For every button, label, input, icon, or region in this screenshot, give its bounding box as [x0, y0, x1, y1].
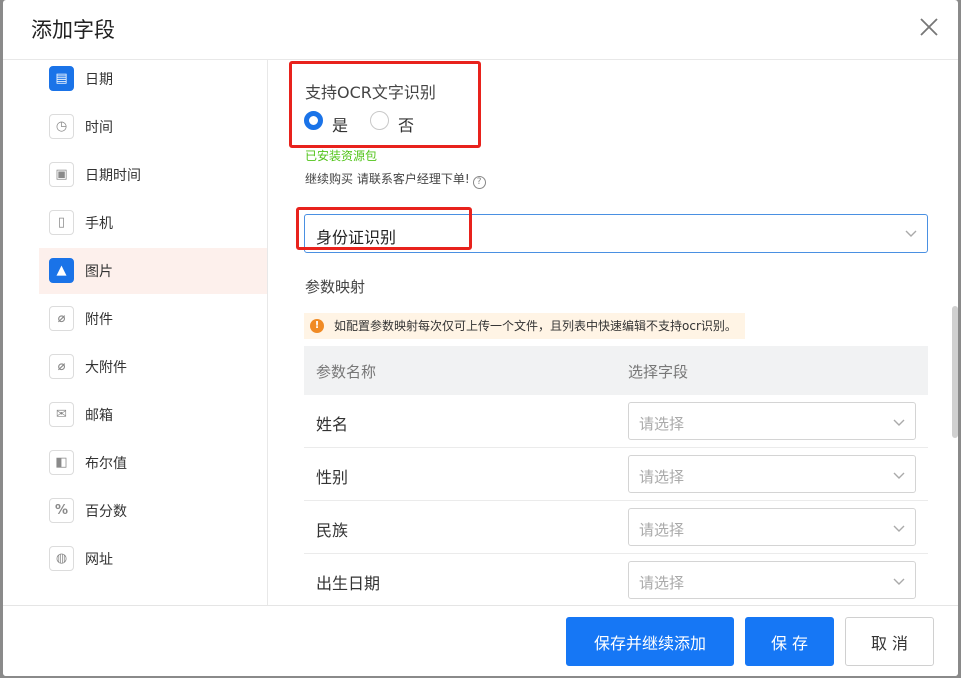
globe-icon: ◍ [49, 546, 74, 571]
sidebar-item-url[interactable]: ◍ 网址 [39, 536, 267, 582]
save-and-continue-button[interactable]: 保存并继续添加 [566, 617, 734, 666]
add-field-dialog: 添加字段 ▤ 日期 ◷ 时间 ▣ 日期时间 ▯ 手机 ▲ 图片 ⌀ 附件 ⌀ 大… [3, 0, 958, 676]
chevron-down-icon [893, 578, 905, 585]
table-row: 性别 请选择 [304, 448, 928, 501]
installed-status: 已安装资源包 [305, 149, 378, 163]
image-icon: ▲ [49, 258, 74, 283]
warning-icon: ! [310, 319, 324, 333]
clock-icon: ◷ [49, 114, 74, 139]
field-select[interactable]: 请选择 [628, 561, 916, 599]
save-button[interactable]: 保 存 [745, 617, 834, 666]
chevron-down-icon [893, 472, 905, 479]
vertical-scrollbar[interactable] [952, 306, 958, 438]
percent-icon: % [49, 498, 74, 523]
sidebar-item-label: 日期时间 [85, 168, 141, 184]
purchase-hint-text: 继续购买 请联系客户经理下单! [305, 172, 470, 186]
phone-icon: ▯ [49, 210, 74, 235]
field-select[interactable]: 请选择 [628, 508, 916, 546]
calendar-icon: ▤ [49, 66, 74, 91]
sidebar-item-large-attachment[interactable]: ⌀ 大附件 [39, 344, 267, 390]
table-row: 出生日期 请选择 [304, 554, 928, 605]
paperclip-icon: ⌀ [49, 306, 74, 331]
field-select-placeholder: 请选择 [639, 415, 685, 433]
chevron-down-icon [893, 525, 905, 532]
sidebar-item-time[interactable]: ◷ 时间 [39, 104, 267, 150]
cancel-button[interactable]: 取 消 [845, 617, 934, 666]
param-name: 性别 [316, 468, 349, 487]
sidebar-item-label: 时间 [85, 120, 113, 136]
sidebar-item-label: 邮箱 [85, 408, 113, 424]
sidebar-item-label: 布尔值 [85, 456, 127, 472]
sidebar-item-label: 百分数 [85, 504, 127, 520]
field-type-sidebar: ▤ 日期 ◷ 时间 ▣ 日期时间 ▯ 手机 ▲ 图片 ⌀ 附件 ⌀ 大附件 ✉ [3, 60, 268, 605]
field-select-placeholder: 请选择 [639, 574, 685, 592]
chevron-down-icon [905, 230, 917, 237]
field-select-placeholder: 请选择 [639, 521, 685, 539]
dialog-header: 添加字段 [3, 0, 958, 60]
chevron-down-icon [893, 419, 905, 426]
sidebar-item-datetime[interactable]: ▣ 日期时间 [39, 152, 267, 198]
help-icon[interactable]: ? [472, 176, 486, 189]
mapping-table-header: 参数名称 选择字段 [304, 346, 928, 395]
sidebar-item-image[interactable]: ▲ 图片 [39, 248, 267, 294]
sidebar-item-label: 图片 [85, 264, 113, 280]
close-icon[interactable] [918, 16, 940, 38]
purchase-hint: 继续购买 请联系客户经理下单!? [305, 170, 486, 189]
table-row: 姓名 请选择 [304, 395, 928, 448]
column-header-field: 选择字段 [628, 363, 689, 381]
datetime-icon: ▣ [49, 162, 74, 187]
sidebar-item-label: 手机 [85, 216, 113, 232]
field-select[interactable]: 请选择 [628, 455, 916, 493]
dialog-title: 添加字段 [31, 18, 115, 42]
recognition-highlight-box [296, 207, 472, 250]
mapping-warning-text: 如配置参数映射每次仅可上传一个文件，且列表中快速编辑不支持ocr识别。 [334, 319, 737, 333]
ocr-highlight-box [289, 61, 481, 148]
sidebar-item-label: 附件 [85, 312, 113, 328]
field-select-placeholder: 请选择 [639, 468, 685, 486]
dialog-footer: 保存并继续添加 保 存 取 消 [3, 605, 958, 676]
sidebar-item-email[interactable]: ✉ 邮箱 [39, 392, 267, 438]
field-select[interactable]: 请选择 [628, 402, 916, 440]
param-name: 出生日期 [316, 574, 381, 593]
sidebar-item-boolean[interactable]: ◧ 布尔值 [39, 440, 267, 486]
mail-icon: ✉ [49, 402, 74, 427]
mapping-warning: ! 如配置参数映射每次仅可上传一个文件，且列表中快速编辑不支持ocr识别。 [304, 313, 745, 339]
column-header-name: 参数名称 [316, 363, 377, 381]
sidebar-item-label: 网址 [85, 552, 113, 568]
mapping-title: 参数映射 [305, 278, 366, 296]
sidebar-item-percent[interactable]: % 百分数 [39, 488, 267, 534]
table-row: 民族 请选择 [304, 501, 928, 554]
param-name: 姓名 [316, 415, 349, 434]
sidebar-item-date[interactable]: ▤ 日期 [39, 60, 267, 102]
sidebar-item-label: 大附件 [85, 360, 127, 376]
large-attachment-icon: ⌀ [49, 354, 74, 379]
sidebar-item-label: 日期 [85, 72, 113, 88]
sidebar-item-phone[interactable]: ▯ 手机 [39, 200, 267, 246]
boolean-icon: ◧ [49, 450, 74, 475]
field-config-panel: 支持OCR文字识别 是 否 已安装资源包 继续购买 请联系客户经理下单!? 身份… [269, 60, 958, 605]
param-name: 民族 [316, 521, 349, 540]
sidebar-item-attachment[interactable]: ⌀ 附件 [39, 296, 267, 342]
